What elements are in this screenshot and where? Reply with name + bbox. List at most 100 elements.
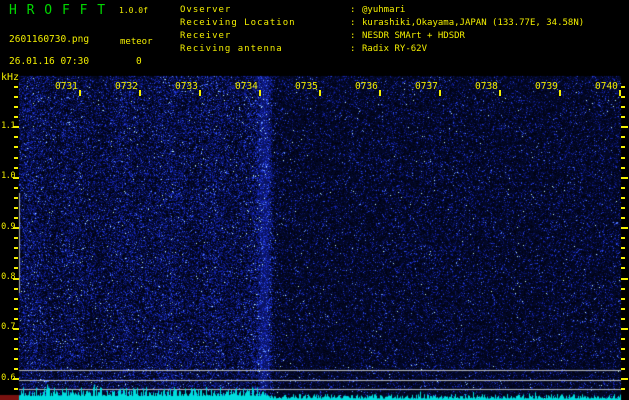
info-row-label: Ovserver xyxy=(180,5,232,15)
y-minor-tick-right xyxy=(621,388,625,391)
x-tick-label: 0736 xyxy=(355,81,378,92)
info-row-value: @yuhmari xyxy=(362,5,406,15)
y-minor-tick-right xyxy=(621,257,625,260)
y-minor-tick xyxy=(14,267,18,270)
x-tick-label: 0731 xyxy=(55,81,78,92)
y-minor-tick-right xyxy=(621,86,625,88)
y-minor-tick xyxy=(14,317,18,320)
info-row-separator: : xyxy=(350,5,356,15)
y-minor-tick xyxy=(14,116,18,119)
x-tick-label: 0733 xyxy=(175,81,198,92)
y-minor-tick xyxy=(14,86,18,88)
y-minor-tick-right xyxy=(621,96,625,99)
info-row-label: Receiving Location xyxy=(180,18,296,28)
x-tick-label: 0740 xyxy=(595,81,618,92)
y-minor-tick-right xyxy=(621,338,625,341)
y-minor-tick-right xyxy=(621,136,625,139)
y-major-tick-right xyxy=(621,327,628,330)
y-minor-tick xyxy=(14,206,18,209)
app-title: H R O F F T xyxy=(9,3,107,18)
y-minor-tick-right xyxy=(621,166,625,169)
y-tick-label: 0.6 xyxy=(1,372,15,383)
y-tick-label: 1.1 xyxy=(1,120,15,131)
x-tick xyxy=(199,90,201,96)
y-axis-unit-label: kHz xyxy=(1,72,20,83)
info-row-separator: : xyxy=(350,31,356,41)
y-minor-tick xyxy=(14,166,18,169)
y-minor-tick-right xyxy=(621,186,625,189)
y-major-tick-right xyxy=(621,176,628,179)
y-minor-tick xyxy=(14,247,18,250)
x-tick-label: 0739 xyxy=(535,81,558,92)
y-minor-tick xyxy=(14,348,18,351)
y-minor-tick-right xyxy=(621,287,625,290)
app-version: 1.0.0f xyxy=(119,6,148,15)
y-minor-tick xyxy=(14,358,18,361)
info-row-value: NESDR SMArt + HDSDR xyxy=(362,31,465,41)
y-minor-tick xyxy=(14,237,18,240)
x-tick xyxy=(259,90,261,96)
y-minor-tick-right xyxy=(621,348,625,351)
y-minor-tick-right xyxy=(621,368,625,371)
y-major-tick-right xyxy=(621,277,628,280)
info-row-label: Reciving antenna xyxy=(180,44,283,54)
x-tick xyxy=(379,90,381,96)
hrofft-window: H R O F F T 1.0.0f 2601160730.png 26.01.… xyxy=(0,0,629,400)
x-tick xyxy=(439,90,441,96)
y-minor-tick-right xyxy=(621,156,625,159)
observer-info-block: Ovserver: @yuhmari Receiving Location: kura… xyxy=(180,6,584,58)
info-row-separator: : xyxy=(350,18,356,28)
y-minor-tick-right xyxy=(621,267,625,270)
y-minor-tick xyxy=(14,307,18,310)
x-tick xyxy=(559,90,561,96)
info-row: Reciving antenna: Radix RY-62V xyxy=(180,45,584,58)
x-tick xyxy=(139,90,141,96)
y-minor-tick xyxy=(14,368,18,371)
y-minor-tick-right xyxy=(621,146,625,149)
info-row-value: Radix RY-62V xyxy=(362,44,428,54)
y-minor-tick xyxy=(14,217,18,220)
y-minor-tick-right xyxy=(621,247,625,250)
x-tick-label: 0737 xyxy=(415,81,438,92)
x-tick xyxy=(319,90,321,96)
x-tick-label: 0735 xyxy=(295,81,318,92)
y-minor-tick xyxy=(14,287,18,290)
y-tick-label: 0.8 xyxy=(1,272,15,283)
x-tick-label: 0732 xyxy=(115,81,138,92)
x-tick-label: 0738 xyxy=(475,81,498,92)
y-minor-tick xyxy=(14,388,18,391)
spectrogram-canvas xyxy=(0,0,629,400)
info-row-separator: : xyxy=(350,44,356,54)
y-minor-tick-right xyxy=(621,307,625,310)
y-minor-tick-right xyxy=(621,297,625,300)
y-minor-tick xyxy=(14,196,18,199)
y-tick-label: 0.9 xyxy=(1,221,15,232)
y-minor-tick-right xyxy=(621,217,625,220)
y-tick-label: 0.7 xyxy=(1,322,15,333)
x-tick xyxy=(79,90,81,96)
y-minor-tick xyxy=(14,156,18,159)
y-minor-tick xyxy=(14,338,18,341)
x-tick-label: 0734 xyxy=(235,81,258,92)
y-minor-tick xyxy=(14,106,18,109)
y-minor-tick xyxy=(14,297,18,300)
info-row-label: Receiver xyxy=(180,31,232,41)
y-minor-tick-right xyxy=(621,206,625,209)
y-minor-tick xyxy=(14,257,18,260)
y-minor-tick xyxy=(14,186,18,189)
y-minor-tick-right xyxy=(621,106,625,109)
y-minor-tick xyxy=(14,96,18,99)
y-minor-tick-right xyxy=(621,317,625,320)
x-tick xyxy=(499,90,501,96)
y-tick-label: 1.0 xyxy=(1,171,15,182)
meteor-counter-label: meteor xyxy=(120,37,153,47)
y-major-tick-right xyxy=(621,378,628,381)
y-minor-tick-right xyxy=(621,358,625,361)
info-row-value: kurashiki,Okayama,JAPAN (133.77E, 34.58N… xyxy=(362,18,585,28)
meteor-counter-value: 0 xyxy=(136,56,142,67)
y-minor-tick-right xyxy=(621,237,625,240)
y-minor-tick-right xyxy=(621,116,625,119)
y-minor-tick-right xyxy=(621,196,625,199)
y-minor-tick xyxy=(14,146,18,149)
x-tick xyxy=(619,90,621,96)
